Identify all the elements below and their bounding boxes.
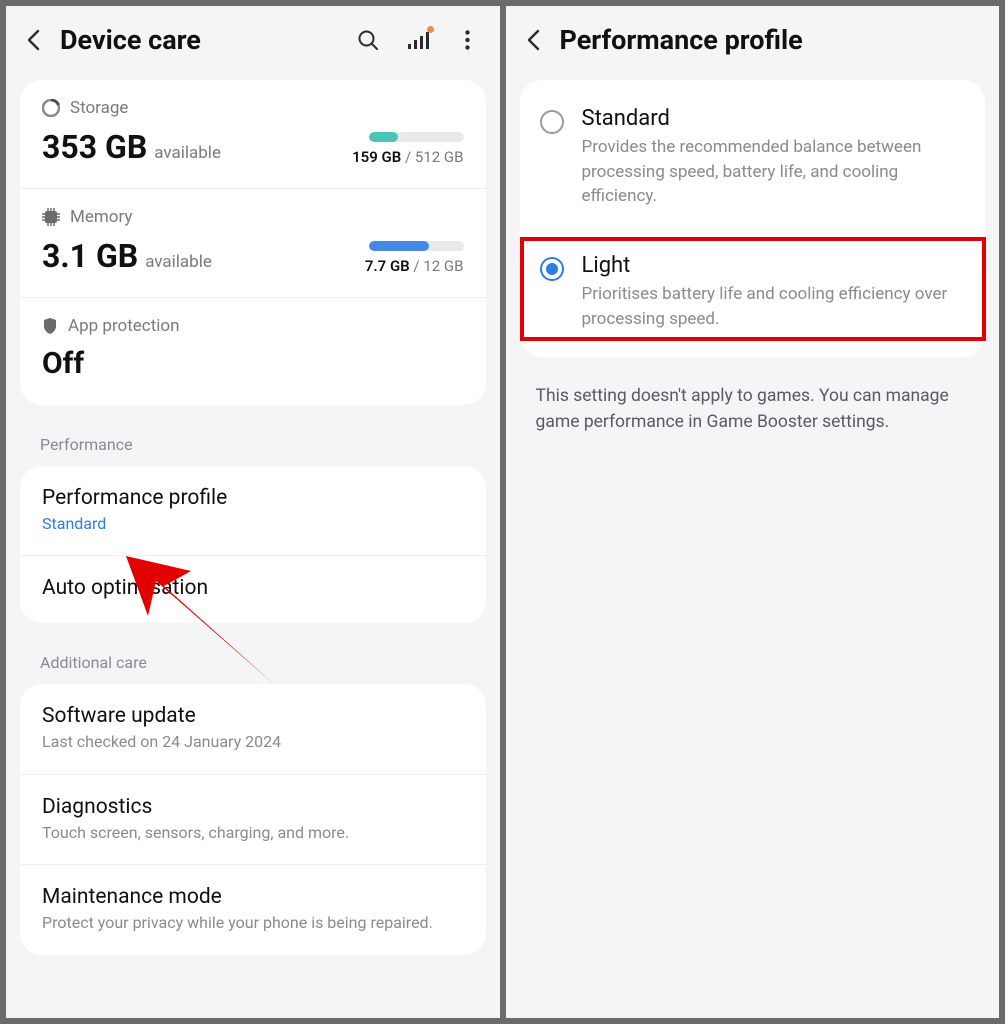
back-button[interactable] (22, 29, 44, 51)
option-standard-title: Standard (582, 106, 964, 131)
option-light-title: Light (582, 253, 964, 278)
performance-profile-item[interactable]: Performance profile Standard (20, 466, 486, 556)
diagnostics-sub: Touch screen, sensors, charging, and mor… (42, 822, 464, 844)
maintenance-sub: Protect your privacy while your phone is… (42, 912, 464, 934)
performance-profile-screen: Performance profile Standard Provides th… (506, 6, 1000, 1018)
option-light-desc: Prioritises battery life and cooling eff… (582, 282, 964, 331)
notification-dot (427, 26, 434, 33)
software-update-item[interactable]: Software update Last checked on 24 Janua… (20, 684, 486, 774)
storage-icon (42, 99, 60, 117)
auto-optimisation-title: Auto optimisation (42, 576, 464, 600)
storage-available: 353 GB (42, 128, 147, 166)
header-actions (356, 28, 480, 52)
auto-optimisation-item[interactable]: Auto optimisation (20, 556, 486, 623)
diagnostics-title: Diagnostics (42, 795, 464, 819)
radio-standard[interactable] (540, 110, 564, 134)
memory-row[interactable]: Memory 3.1 GB available 7.7 GB / 12 GB (20, 189, 486, 298)
radio-light[interactable] (540, 257, 564, 281)
memory-suffix: available (145, 252, 212, 272)
page-title: Performance profile (560, 24, 980, 56)
option-light[interactable]: Light Prioritises battery life and cooli… (520, 231, 986, 353)
storage-fraction: 159 GB / 512 GB (352, 148, 463, 166)
app-protection-row[interactable]: App protection Off (20, 298, 486, 405)
memory-label: Memory (70, 207, 132, 227)
maintenance-item[interactable]: Maintenance mode Protect your privacy wh… (20, 865, 486, 954)
signal-bars-icon[interactable] (406, 28, 430, 52)
maintenance-title: Maintenance mode (42, 885, 464, 909)
additional-care-card: Software update Last checked on 24 Janua… (20, 684, 486, 954)
search-icon[interactable] (356, 28, 380, 52)
option-standard-desc: Provides the recommended balance between… (582, 135, 964, 209)
app-protection-label: App protection (68, 316, 180, 336)
memory-available: 3.1 GB (42, 237, 138, 275)
header: Performance profile (506, 6, 1000, 74)
memory-fraction: 7.7 GB / 12 GB (365, 257, 464, 275)
page-title: Device care (60, 24, 340, 56)
shield-icon (42, 317, 58, 335)
diagnostics-item[interactable]: Diagnostics Touch screen, sensors, charg… (20, 775, 486, 865)
option-standard[interactable]: Standard Provides the recommended balanc… (520, 84, 986, 231)
app-protection-status: Off (42, 346, 464, 381)
performance-card: Performance profile Standard Auto optimi… (20, 466, 486, 623)
back-button[interactable] (522, 29, 544, 51)
section-additional: Additional care (6, 629, 500, 678)
more-icon[interactable] (456, 28, 480, 52)
software-update-title: Software update (42, 704, 464, 728)
performance-profile-value: Standard (42, 513, 464, 535)
header: Device care (6, 6, 500, 74)
storage-label: Storage (70, 98, 128, 118)
profile-options-card: Standard Provides the recommended balanc… (520, 80, 986, 357)
memory-icon (42, 208, 60, 226)
software-update-sub: Last checked on 24 January 2024 (42, 731, 464, 753)
device-care-screen: Device care Storage (6, 6, 500, 1018)
storage-row[interactable]: Storage 353 GB available 159 GB / 512 GB (20, 80, 486, 189)
stats-card: Storage 353 GB available 159 GB / 512 GB… (20, 80, 486, 405)
storage-suffix: available (154, 143, 221, 163)
performance-profile-title: Performance profile (42, 486, 464, 510)
memory-bar (369, 241, 464, 251)
footer-note: This setting doesn't apply to games. You… (506, 363, 1000, 456)
section-performance: Performance (6, 411, 500, 460)
storage-bar (369, 132, 464, 142)
